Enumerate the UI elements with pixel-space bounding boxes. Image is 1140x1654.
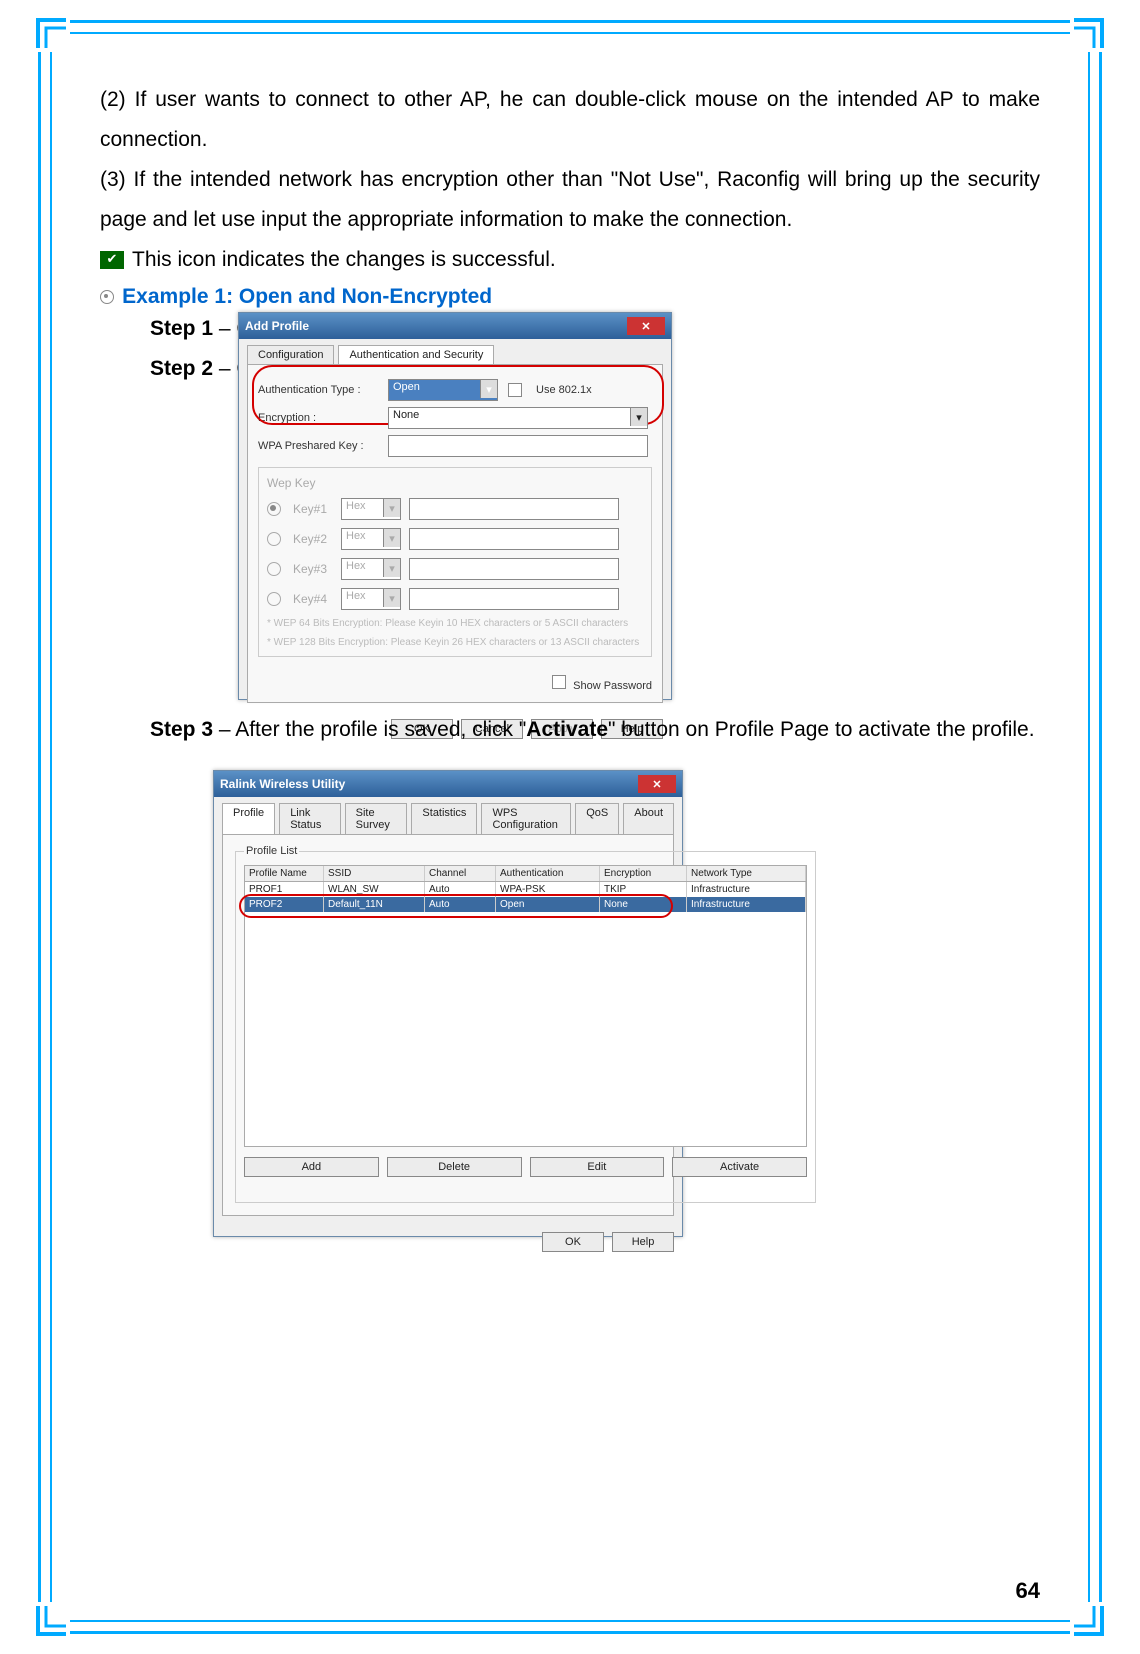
window1-titlebar[interactable]: Add Profile ✕: [239, 313, 671, 339]
encryption-select[interactable]: None ▾: [388, 407, 648, 429]
chevron-down-icon[interactable]: ▾: [480, 380, 497, 398]
paragraph-3: (3) If the intended network has encrypti…: [100, 160, 1040, 240]
chevron-down-icon[interactable]: ▾: [383, 559, 400, 577]
close-icon[interactable]: ✕: [627, 317, 665, 335]
key2-radio[interactable]: [267, 532, 281, 546]
example-heading: Example 1: Open and Non-Encrypted: [122, 285, 492, 308]
step2-label: Step 2: [150, 357, 213, 380]
tab-link-status[interactable]: Link Status: [279, 803, 340, 834]
step1-label: Step 1: [150, 317, 213, 340]
page-number: 64: [1016, 1578, 1040, 1604]
window1-title: Add Profile: [245, 319, 309, 333]
key1-radio[interactable]: [267, 502, 281, 516]
add-button[interactable]: Add: [244, 1157, 379, 1177]
key1-input[interactable]: [409, 498, 619, 520]
tab-profile[interactable]: Profile: [222, 803, 275, 834]
table-header: Profile Name SSID Channel Authentication…: [245, 866, 806, 882]
chevron-down-icon[interactable]: ▾: [383, 499, 400, 517]
chevron-down-icon[interactable]: ▾: [383, 529, 400, 547]
success-icon: ✔: [100, 251, 124, 269]
tab-about[interactable]: About: [623, 803, 674, 834]
tab-qos[interactable]: QoS: [575, 803, 619, 834]
wep-legend: Wep Key: [267, 476, 315, 490]
help-button[interactable]: Help: [612, 1232, 674, 1252]
activate-button[interactable]: Activate: [672, 1157, 807, 1177]
key3-format[interactable]: Hex▾: [341, 558, 401, 580]
ok-button[interactable]: OK: [542, 1232, 604, 1252]
wpa-psk-input[interactable]: [388, 435, 648, 457]
tab-auth-security[interactable]: Authentication and Security: [338, 345, 494, 364]
window2-title: Ralink Wireless Utility: [220, 777, 345, 791]
chevron-down-icon[interactable]: ▾: [630, 408, 647, 426]
profile-list-legend: Profile List: [244, 845, 299, 857]
step3-label: Step 3: [150, 718, 213, 741]
auth-type-select[interactable]: Open ▾: [388, 379, 498, 401]
key2-input[interactable]: [409, 528, 619, 550]
icon-caption: This icon indicates the changes is succe…: [132, 240, 556, 280]
wep-note2: * WEP 128 Bits Encryption: Please Keyin …: [267, 637, 643, 648]
key3-radio[interactable]: [267, 562, 281, 576]
key3-input[interactable]: [409, 558, 619, 580]
wpa-psk-label: WPA Preshared Key :: [258, 440, 378, 452]
key1-format[interactable]: Hex▾: [341, 498, 401, 520]
key4-radio[interactable]: [267, 592, 281, 606]
show-password-label: Show Password: [573, 680, 652, 692]
wep-note1: * WEP 64 Bits Encryption: Please Keyin 1…: [267, 618, 643, 629]
close-icon[interactable]: ✕: [638, 775, 676, 793]
paragraph-2: (2) If user wants to connect to other AP…: [100, 80, 1040, 160]
key4-format[interactable]: Hex▾: [341, 588, 401, 610]
tab-wps[interactable]: WPS Configuration: [481, 803, 571, 834]
show-password-checkbox[interactable]: [552, 675, 566, 689]
key2-format[interactable]: Hex▾: [341, 528, 401, 550]
bullet-icon: [100, 290, 114, 304]
key4-input[interactable]: [409, 588, 619, 610]
tab-configuration[interactable]: Configuration: [247, 345, 334, 364]
tab-site-survey[interactable]: Site Survey: [345, 803, 408, 834]
window2-titlebar[interactable]: Ralink Wireless Utility ✕: [214, 771, 682, 797]
delete-button[interactable]: Delete: [387, 1157, 522, 1177]
chevron-down-icon[interactable]: ▾: [383, 589, 400, 607]
tab-statistics[interactable]: Statistics: [411, 803, 477, 834]
edit-button[interactable]: Edit: [530, 1157, 665, 1177]
